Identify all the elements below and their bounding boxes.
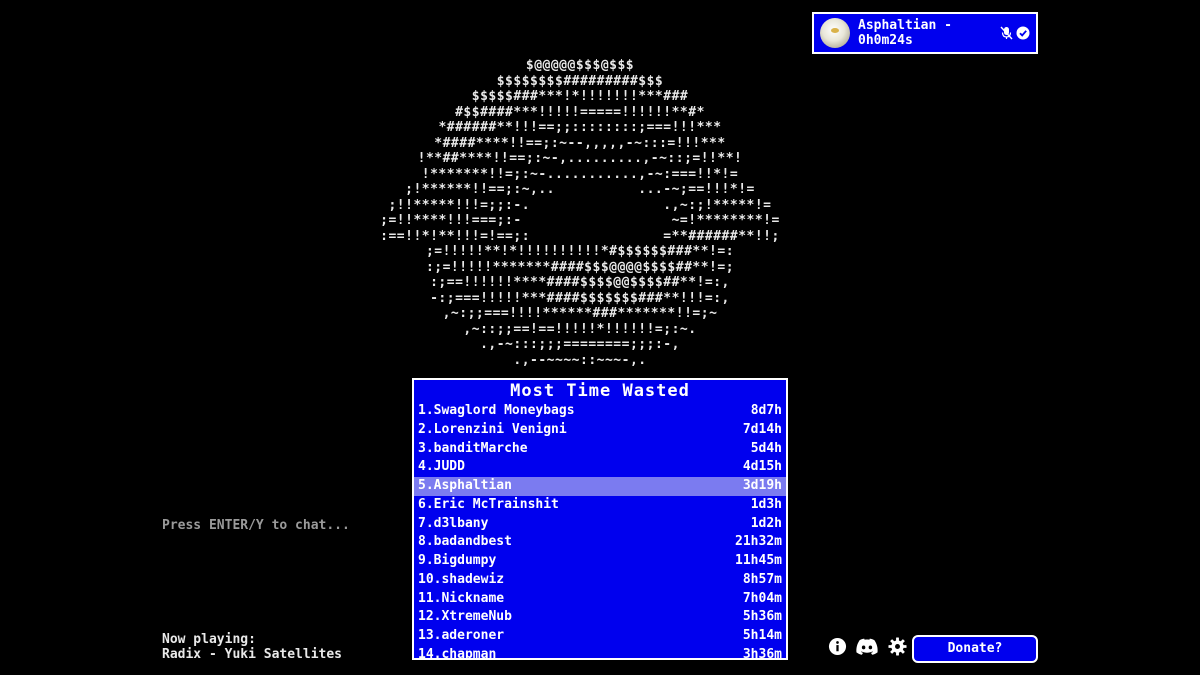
leaderboard-player-name: Nickname [441,590,505,606]
leaderboard-player-name: Lorenzini Venigni [433,421,567,437]
leaderboard-time: 5h36m [742,609,782,625]
leaderboard-time: 11h45m [735,553,782,568]
leaderboard-rank: 13. [418,628,442,643]
now-playing: Now playing: Radix - Yuki Satellites [162,632,342,662]
leaderboard-player-name: banditMarche [433,440,528,456]
leaderboard-player-name: badandbest [433,534,512,550]
leaderboard-player-name: shadewiz [441,571,505,587]
leaderboard-player-name: Bigdumpy [433,553,497,568]
leaderboard-rank: 8. [418,534,434,550]
leaderboard-rank: 5. [418,478,434,493]
leaderboard-player-name: XtremeNub [441,609,512,625]
leaderboard-row[interactable]: 9.Bigdumpy 11h45m [414,552,786,571]
donate-button[interactable]: Donate? [912,635,1038,663]
leaderboard-time: 1d2h [750,515,782,531]
leaderboard-time: 8d7h [750,403,782,418]
username-label: Asphaltian - [858,18,952,33]
leaderboard-rank: 14. [418,646,442,660]
leaderboard-time: 1d3h [750,496,782,512]
info-icon[interactable] [826,635,848,657]
verified-icon [1016,26,1030,40]
ascii-donut-art: $@@@@@$$$@$$$ $$$$$$$$#########$$$ $$$$$… [380,58,780,368]
leaderboard-time: 5d4h [750,440,782,456]
leaderboard-player-name: aderoner [441,628,505,643]
leaderboard-rank: 10. [418,571,442,587]
leaderboard-title: Most Time Wasted [510,381,690,401]
leaderboard-player-name: JUDD [433,459,465,475]
leaderboard-row[interactable]: 4.JUDD 4d15h [414,458,786,477]
leaderboard-player-name: d3lbany [433,515,489,531]
leaderboard-time: 3d19h [742,478,782,493]
leaderboard-row[interactable]: 1.Swaglord Moneybags 8d7h [414,402,786,421]
leaderboard-row[interactable]: 6.Eric McTrainshit 1d3h [414,496,786,515]
leaderboard-time: 3h36m [742,646,782,660]
chat-hint: Press ENTER/Y to chat... [162,518,350,533]
leaderboard-row[interactable]: 5.Asphaltian 3d19h [414,477,786,496]
leaderboard-row[interactable]: 2.Lorenzini Venigni 7d14h [414,421,786,440]
now-playing-track: Radix - Yuki Satellites [162,647,343,662]
avatar [820,18,850,48]
leaderboard-time: 21h32m [735,534,782,550]
leaderboard-rank: 9. [418,553,434,568]
leaderboard-player-name: Eric McTrainshit [433,496,559,512]
leaderboard-row[interactable]: 12.XtremeNub 5h36m [414,608,786,627]
leaderboard-rank: 12. [418,609,442,625]
mic-muted-icon[interactable] [1000,26,1013,40]
leaderboard-time: 7h04m [742,590,782,606]
leaderboard-rank: 11. [418,590,442,606]
leaderboard-rank: 6. [418,496,434,512]
now-playing-label: Now playing: [162,632,256,647]
leaderboard-rank: 7. [418,515,434,531]
leaderboard-row[interactable]: 14.chapman 3h36m [414,646,786,660]
leaderboard-rank: 3. [418,440,434,456]
leaderboard-row[interactable]: 8.badandbest 21h32m [414,533,786,552]
leaderboard-time: 4d15h [742,459,782,475]
leaderboard-row[interactable]: 13.aderoner 5h14m [414,627,786,646]
leaderboard-time: 7d14h [742,421,782,437]
leaderboard-time: 5h14m [742,628,782,643]
leaderboard-rank: 2. [418,421,434,437]
leaderboard-row[interactable]: 3.banditMarche 5d4h [414,440,786,459]
discord-icon[interactable] [856,635,878,657]
leaderboard-player-name: chapman [441,646,497,660]
gear-icon[interactable] [886,635,908,657]
leaderboard-row[interactable]: 11.Nickname 7h04m [414,590,786,609]
leaderboard-row[interactable]: 7.d3lbany 1d2h [414,515,786,534]
leaderboard-row[interactable]: 10.shadewiz 8h57m [414,571,786,590]
leaderboard-time: 8h57m [742,571,782,587]
leaderboard-player-name: Swaglord Moneybags [433,403,575,418]
session-timer: 0h0m24s [858,33,913,48]
leaderboard-rank: 1. [418,403,434,418]
leaderboard-rank: 4. [418,459,434,475]
user-status: Asphaltian - 0h0m24s [858,18,1000,48]
leaderboard-player-name: Asphaltian [433,478,512,493]
leaderboard[interactable]: Most Time Wasted 1.Swaglord Moneybags 8d7… [412,378,788,660]
user-badge[interactable]: Asphaltian - 0h0m24s [812,12,1038,54]
